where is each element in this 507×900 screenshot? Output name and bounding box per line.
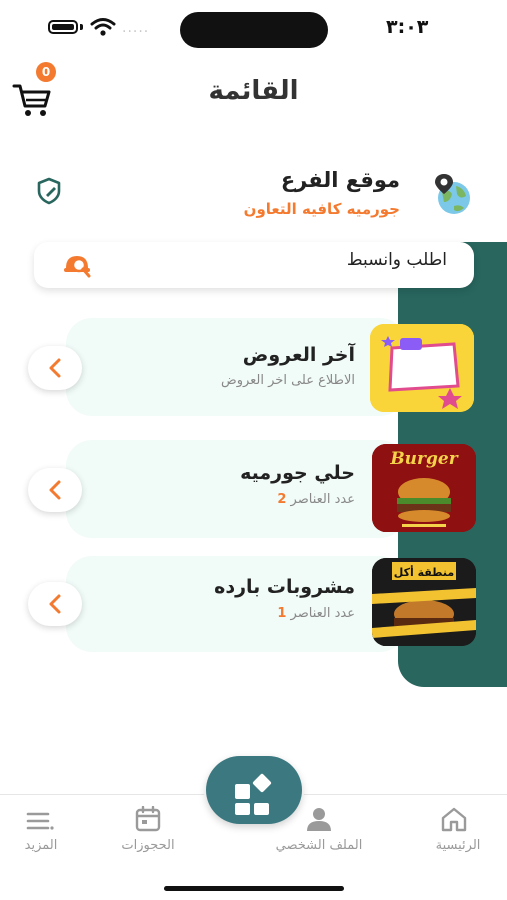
item-count-label: عدد العناصر xyxy=(290,492,355,507)
chevron-left-button[interactable] xyxy=(28,468,82,512)
nav-bookings-label[interactable]: الحجوزات xyxy=(108,838,188,853)
menu-grid-button[interactable] xyxy=(206,756,302,824)
pickup-label: اطلب وانسبط xyxy=(346,250,447,270)
chevron-left-icon xyxy=(49,480,61,500)
home-indicator xyxy=(164,886,344,891)
category-card-cold-drinks[interactable] xyxy=(66,556,406,652)
cell-signal-icon: ..... xyxy=(122,20,150,36)
page-title: القائمة xyxy=(208,76,299,106)
nav-more[interactable] xyxy=(26,808,54,838)
nav-home-label[interactable]: الرئيسية xyxy=(420,838,496,853)
person-icon xyxy=(307,808,331,831)
chevron-left-icon xyxy=(49,594,61,614)
category-title: مشروبات بارده xyxy=(214,576,355,598)
nav-home[interactable] xyxy=(440,806,468,836)
category-subtitle: الاطلاع على اخر العروض xyxy=(220,373,355,388)
chevron-left-icon xyxy=(49,358,61,378)
category-count: عدد العناصر 2 xyxy=(277,492,355,507)
nav-profile-label[interactable]: الملف الشخصي xyxy=(254,838,384,853)
category-card-gourmet[interactable] xyxy=(66,440,406,538)
category-title: حلي جورميه xyxy=(240,462,355,484)
cold-drinks-thumbnail: منطقة أكل xyxy=(372,558,476,646)
edit-location-icon[interactable] xyxy=(34,176,64,206)
battery-icon xyxy=(48,20,78,34)
burger-thumbnail: Burger xyxy=(372,444,476,532)
dynamic-island xyxy=(180,12,328,48)
burger-thumb-text: Burger xyxy=(389,449,458,469)
cold-drinks-thumb-text: منطقة أكل xyxy=(394,565,454,579)
nav-profile[interactable] xyxy=(305,806,333,836)
item-count-value: 1 xyxy=(277,606,287,621)
branch-name[interactable]: جورميه كافيه التعاون xyxy=(244,200,400,218)
nav-bookings[interactable] xyxy=(134,805,162,836)
chevron-left-button[interactable] xyxy=(28,582,82,626)
offers-thumbnail xyxy=(370,324,474,412)
item-count-label: عدد العناصر xyxy=(290,606,355,621)
grid-icon xyxy=(235,773,272,815)
item-count-value: 2 xyxy=(277,492,287,507)
category-card-offers[interactable] xyxy=(66,318,406,416)
globe-location-icon xyxy=(435,174,470,214)
branch-title: موقع الفرع xyxy=(280,168,400,192)
battery-tip xyxy=(80,24,83,30)
category-title: آخر العروض xyxy=(242,344,355,366)
wifi-icon xyxy=(90,18,116,36)
home-icon xyxy=(441,807,467,832)
pickup-location-icon xyxy=(64,256,91,278)
category-count: عدد العناصر 1 xyxy=(277,606,355,621)
nav-more-label[interactable]: المزيد xyxy=(8,838,74,853)
calendar-icon xyxy=(135,805,161,832)
chevron-left-button[interactable] xyxy=(28,346,82,390)
menu-icon xyxy=(26,812,54,830)
status-time: ٣:٠٣ xyxy=(386,16,429,38)
